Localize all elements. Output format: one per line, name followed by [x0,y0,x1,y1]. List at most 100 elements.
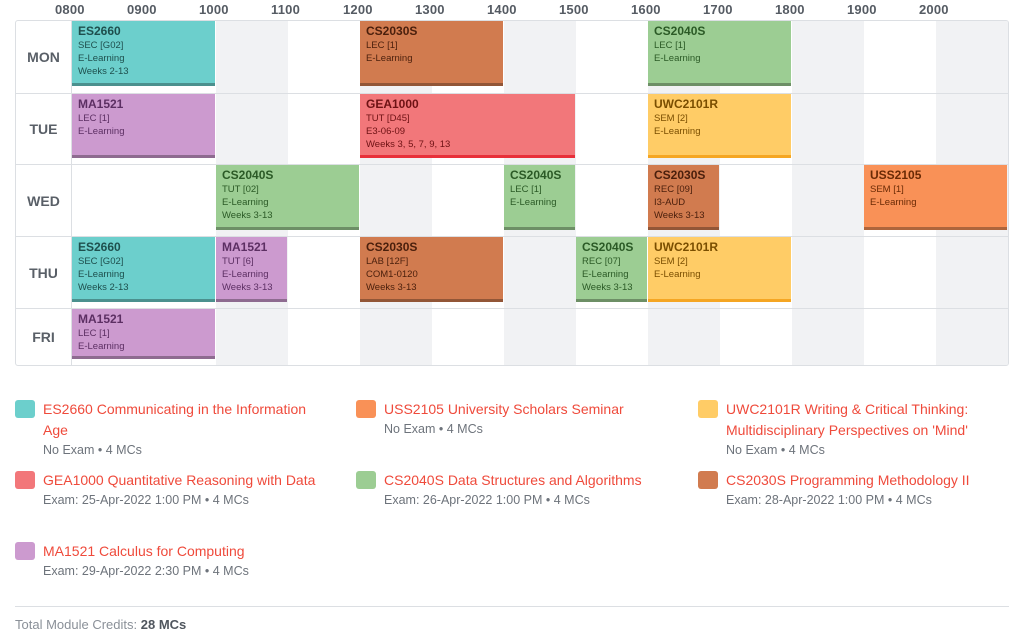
module-title-link[interactable]: ES2660 Communicating in the Information … [43,399,333,441]
lesson-weeks: Weeks 3-13 [366,282,417,293]
module-exam-info: No Exam • 4 MCs [726,443,825,457]
lesson-venue: COM1-0120 [366,269,418,280]
lesson-weeks: Weeks 2-13 [78,66,129,77]
lesson-type: SEM [2] [654,256,688,267]
hour-stripe [504,237,576,308]
lesson-code: CS2030S [366,240,418,254]
lesson-card[interactable]: MA1521 TUT [6] E-Learning Weeks 3-13 [216,237,287,302]
hour-stripe [792,165,864,236]
day-row-wed: WED CS2040S TUT [02] E-Learning Weeks 3-13 CS… [16,164,1008,236]
lesson-code: MA1521 [222,240,268,254]
lesson-type: LEC [1] [510,184,542,195]
lesson-card[interactable]: CS2030S LEC [1] E-Learning [360,21,503,86]
lesson-card[interactable]: CS2040S LEC [1] E-Learning [504,165,575,230]
lesson-venue: E-Learning [654,269,701,280]
timetable-grid: MON ES2660 SEC [G02] E-Learning Weeks 2-13 CS… [15,20,1009,366]
lesson-card[interactable]: USS2105 SEM [1] E-Learning [864,165,1007,230]
lesson-code: CS2030S [654,168,706,182]
time-label: 2000 [919,2,949,17]
lesson-card[interactable]: ES2660 SEC [G02] E-Learning Weeks 2-13 [72,21,215,86]
lesson-type: SEC [G02] [78,40,124,51]
lesson-venue: I3-AUD [654,197,686,208]
color-swatch[interactable] [698,471,718,489]
hour-stripe [216,94,288,164]
module-legend-item[interactable]: GEA1000 Quantitative Reasoning with Data… [15,470,335,534]
color-swatch[interactable] [15,400,35,418]
module-title-link[interactable]: CS2030S Programming Methodology II [726,470,1016,491]
lesson-weeks: Weeks 3-13 [582,282,633,293]
hour-stripe [792,309,864,365]
day-row-thu: THU ES2660 SEC [G02] E-Learning Weeks 2-13 MA… [16,236,1008,308]
module-title-link[interactable]: CS2040S Data Structures and Algorithms [384,470,674,491]
lesson-card[interactable]: CS2040S REC [07] E-Learning Weeks 3-13 [576,237,647,302]
module-title-link[interactable]: GEA1000 Quantitative Reasoning with Data [43,470,333,491]
time-label: 1400 [487,2,517,17]
time-label: 0800 [55,2,85,17]
lesson-type: SEM [2] [654,113,688,124]
lesson-weeks: Weeks 3-13 [222,282,273,293]
module-legend-item[interactable]: UWC2101R Writing & Critical Thinking: Mu… [698,399,1018,463]
time-label: 1300 [415,2,445,17]
hour-stripe [936,21,1008,93]
hour-stripe [360,309,432,365]
module-legend-item[interactable]: ES2660 Communicating in the Information … [15,399,335,463]
lesson-venue: E-Learning [366,53,413,64]
lesson-venue: E-Learning [78,341,125,352]
lesson-venue: E-Learning [654,53,701,64]
lesson-type: LAB [12F] [366,256,409,267]
hour-stripe [504,309,576,365]
lesson-type: SEM [1] [870,184,904,195]
lesson-venue: E-Learning [654,126,701,137]
time-header: 0800 0900 1000 1100 1200 1300 1400 1500 1600 1700… [0,0,1024,20]
lesson-card[interactable]: MA1521 LEC [1] E-Learning [72,309,215,359]
module-legend-item[interactable]: CS2040S Data Structures and Algorithms Ex… [356,470,676,534]
hour-stripe [936,309,1008,365]
lesson-card[interactable]: GEA1000 TUT [D45] E3-06-09 Weeks 3, 5, 7, 9… [360,94,575,158]
lesson-card[interactable]: CS2040S LEC [1] E-Learning [648,21,791,86]
lesson-card[interactable]: CS2030S REC [09] I3-AUD Weeks 3-13 [648,165,719,230]
lesson-card[interactable]: UWC2101R SEM [2] E-Learning [648,94,791,158]
module-legend-item[interactable]: USS2105 University Scholars Seminar No Ex… [356,399,676,463]
module-legend-item[interactable]: CS2030S Programming Methodology II Exam: … [698,470,1018,534]
lesson-type: LEC [1] [78,328,110,339]
color-swatch[interactable] [698,400,718,418]
lesson-card[interactable]: CS2040S TUT [02] E-Learning Weeks 3-13 [216,165,359,230]
total-credits: Total Module Credits: 28 MCs [15,617,186,632]
module-title-link[interactable]: UWC2101R Writing & Critical Thinking: Mu… [726,399,1016,441]
lesson-type: LEC [1] [654,40,686,51]
day-row-fri: FRI MA1521 LEC [1] E-Learning [16,308,1008,365]
color-swatch[interactable] [15,542,35,560]
lesson-weeks: Weeks 3-13 [222,210,273,221]
lesson-code: UWC2101R [654,97,719,111]
module-title-link[interactable]: USS2105 University Scholars Seminar [384,399,674,420]
module-exam-info: Exam: 28-Apr-2022 1:00 PM • 4 MCs [726,493,932,507]
lesson-card[interactable]: CS2030S LAB [12F] COM1-0120 Weeks 3-13 [360,237,503,302]
time-label: 1200 [343,2,373,17]
lesson-type: TUT [02] [222,184,259,195]
lesson-type: LEC [1] [78,113,110,124]
lesson-card[interactable]: MA1521 LEC [1] E-Learning [72,94,215,158]
time-label: 1800 [775,2,805,17]
lesson-card[interactable]: UWC2101R SEM [2] E-Learning [648,237,791,302]
lesson-venue: E-Learning [78,126,125,137]
lesson-code: CS2040S [222,168,274,182]
module-legend-item[interactable]: MA1521 Calculus for Computing Exam: 29-Ap… [15,541,335,605]
color-swatch[interactable] [356,471,376,489]
time-label: 1700 [703,2,733,17]
lesson-code: GEA1000 [366,97,419,111]
day-label: TUE [16,94,72,164]
lesson-venue: E-Learning [78,53,125,64]
lesson-code: ES2660 [78,240,121,254]
lesson-venue: E-Learning [510,197,557,208]
color-swatch[interactable] [356,400,376,418]
lesson-code: MA1521 [78,312,124,326]
hour-stripe [216,21,288,93]
lesson-card[interactable]: ES2660 SEC [G02] E-Learning Weeks 2-13 [72,237,215,302]
lesson-venue: E3-06-09 [366,126,406,137]
day-row-mon: MON ES2660 SEC [G02] E-Learning Weeks 2-13 CS… [16,21,1008,93]
module-title-link[interactable]: MA1521 Calculus for Computing [43,541,333,562]
lesson-code: MA1521 [78,97,124,111]
day-label: FRI [16,309,72,365]
color-swatch[interactable] [15,471,35,489]
lesson-type: REC [07] [582,256,621,267]
